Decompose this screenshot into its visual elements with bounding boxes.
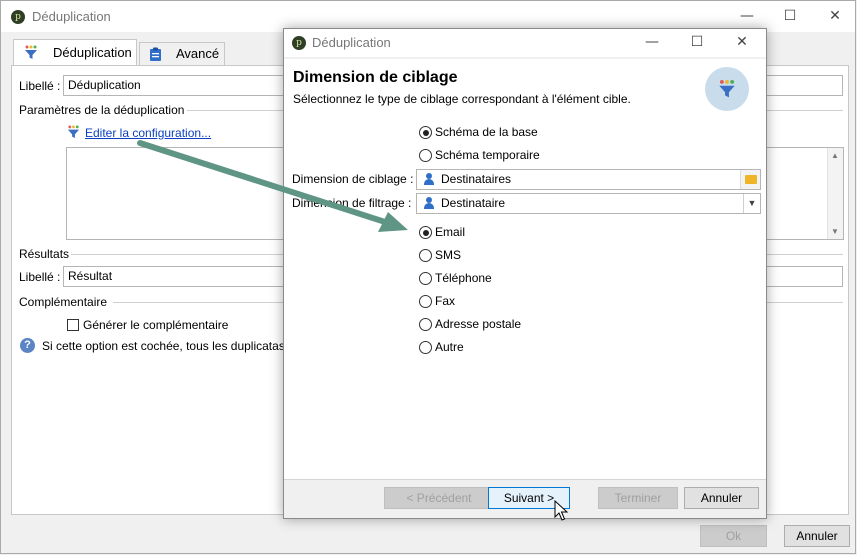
clipboard-icon — [150, 47, 161, 61]
dialog-maximize-icon[interactable]: ☐ — [685, 32, 709, 52]
scroll-down-icon[interactable]: ▼ — [831, 227, 839, 236]
channel-other-label: Autre — [435, 340, 464, 354]
channel-telephone-label: Téléphone — [435, 271, 492, 285]
generate-complement-label: Générer le complémentaire — [83, 318, 229, 332]
filtering-dimension-select[interactable]: Destinataire — [416, 193, 761, 214]
channel-other-radio[interactable] — [419, 341, 432, 354]
channel-sms-radio[interactable] — [419, 249, 432, 262]
generate-complement-checkbox[interactable] — [67, 319, 79, 331]
main-window-title: Déduplication — [32, 9, 111, 24]
targeting-dimension-dialog: p Déduplication — ☐ ✕ Dimension de cibla… — [283, 28, 767, 519]
dialog-close-icon[interactable]: ✕ — [730, 32, 754, 52]
funnel-icon — [25, 45, 37, 59]
result-label-caption: Libellé : — [19, 270, 61, 284]
minimize-icon[interactable]: — — [735, 6, 759, 26]
tab-deduplication[interactable]: Déduplication — [13, 39, 137, 66]
close-icon[interactable]: ✕ — [823, 6, 847, 26]
chevron-down-icon[interactable]: ▼ — [743, 194, 760, 213]
complement-section-title: Complémentaire — [19, 295, 108, 309]
ok-button[interactable]: Ok — [700, 525, 767, 547]
dialog-header-subtitle: Sélectionnez le type de ciblage correspo… — [293, 92, 631, 106]
channel-email-label: Email — [435, 225, 466, 239]
header-badge — [705, 67, 749, 111]
filtering-dimension-value: Destinataire — [441, 196, 506, 210]
help-icon: ? — [20, 338, 35, 353]
app-logo-icon: p — [292, 36, 306, 50]
folder-icon[interactable] — [740, 170, 760, 189]
dialog-header-title: Dimension de ciblage — [293, 69, 458, 86]
schema-base-label: Schéma de la base — [435, 125, 538, 139]
app-logo-icon: p — [11, 10, 25, 24]
edit-configuration-link[interactable]: Editer la configuration... — [85, 126, 211, 140]
tab-deduplication-label: Déduplication — [53, 45, 132, 60]
results-section-title: Résultats — [19, 247, 70, 261]
channel-postal-radio[interactable] — [419, 318, 432, 331]
summary-scrollbar[interactable]: ▲ ▼ — [827, 148, 843, 239]
schema-temp-radio[interactable] — [419, 149, 432, 162]
targeting-dimension-value: Destinataires — [441, 172, 512, 186]
previous-button[interactable]: < Précédent — [384, 487, 494, 509]
person-icon — [424, 197, 434, 209]
channel-postal-label: Adresse postale — [435, 317, 522, 331]
dialog-window-title: Déduplication — [312, 35, 391, 50]
scroll-up-icon[interactable]: ▲ — [831, 151, 839, 160]
channel-fax-label: Fax — [435, 294, 456, 308]
filtering-dimension-label: Dimension de filtrage : — [292, 196, 412, 210]
params-section-title: Paramètres de la déduplication — [19, 103, 185, 117]
schema-base-radio[interactable] — [419, 126, 432, 139]
tab-avance[interactable]: Avancé — [139, 42, 225, 66]
tab-avance-label: Avancé — [176, 46, 220, 61]
funnel-icon — [719, 80, 735, 98]
dialog-titlebar: p Déduplication — ☐ ✕ — [284, 29, 766, 57]
targeting-dimension-field[interactable]: Destinataires — [416, 169, 761, 190]
dialog-body: Schéma de la base Schéma temporaire Dime… — [284, 114, 766, 480]
schema-temp-label: Schéma temporaire — [435, 148, 540, 162]
targeting-dimension-label: Dimension de ciblage : — [292, 172, 414, 186]
channel-telephone-radio[interactable] — [419, 272, 432, 285]
maximize-icon[interactable]: ☐ — [778, 6, 802, 26]
person-icon — [424, 173, 434, 185]
mouse-cursor-icon — [554, 500, 568, 521]
label-caption: Libellé : — [19, 79, 61, 93]
channel-email-radio[interactable] — [419, 226, 432, 239]
channel-sms-label: SMS — [435, 248, 462, 262]
main-cancel-button[interactable]: Annuler — [784, 525, 850, 547]
funnel-icon — [67, 125, 80, 139]
dialog-minimize-icon[interactable]: — — [640, 32, 664, 52]
finish-button[interactable]: Terminer — [598, 487, 678, 509]
help-text: Si cette option est cochée, tous les dup… — [42, 339, 285, 353]
dialog-cancel-button[interactable]: Annuler — [684, 487, 759, 509]
channel-fax-radio[interactable] — [419, 295, 432, 308]
